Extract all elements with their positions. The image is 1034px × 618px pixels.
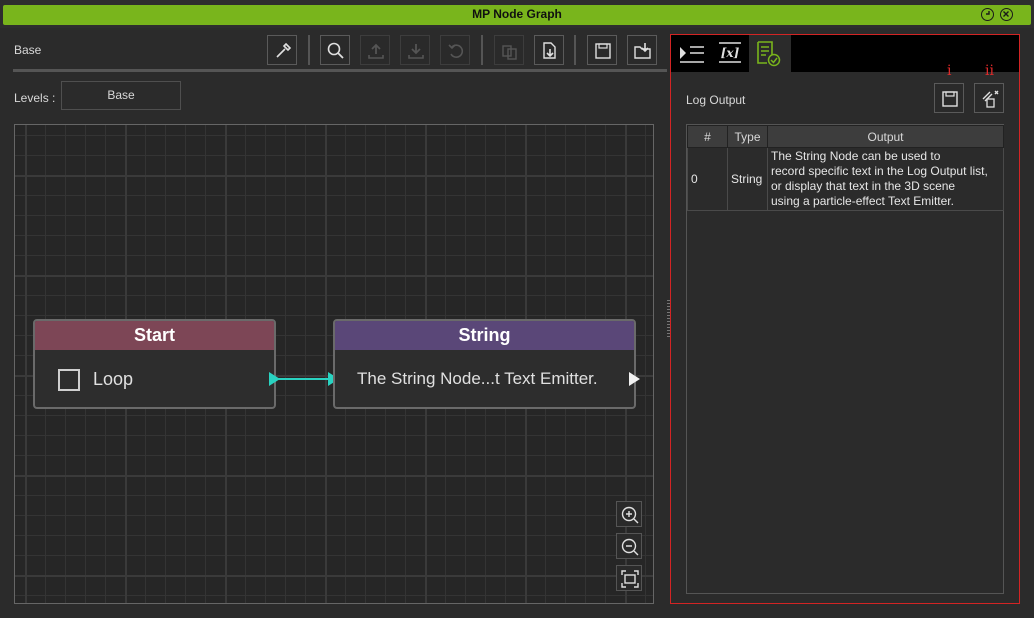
upload-button[interactable] [360,35,390,65]
row-output: The String Node can be used to record sp… [767,147,1004,211]
log-output-label: Log Output [686,93,746,107]
log-table-container[interactable]: # Type Output 0 String The String Node c… [686,124,1004,594]
fit-view-icon [621,570,639,588]
refresh-icon[interactable] [981,8,994,21]
levels-selector[interactable]: Base [61,81,181,110]
open-folder-button[interactable] [627,35,657,65]
save-log-button[interactable] [934,83,964,113]
undo-button[interactable] [440,35,470,65]
eyedropper-icon [276,42,292,58]
toolbar-separator [574,35,576,65]
zoom-out-button[interactable] [616,533,642,559]
start-node-body: Loop [35,350,274,407]
clear-marker: ii [985,63,994,79]
toolbar-separator [308,35,310,65]
search-button[interactable] [320,35,350,65]
variables-tab[interactable]: [x] [711,35,749,72]
loop-label: Loop [93,369,134,389]
node-graph-panel: Base Levels : Base Start Loop String The… [0,28,670,618]
zoom-in-button[interactable] [616,501,642,527]
string-node[interactable]: String The String Node...t Text Emitter. [333,319,636,409]
row-type: String [727,147,768,211]
toolbar-divider [13,69,667,72]
save-icon [595,43,611,59]
column-header-output[interactable]: Output [767,125,1004,148]
close-icon[interactable] [1000,8,1013,21]
export-button[interactable] [534,35,564,65]
log-table: # Type Output 0 String The String Node c… [687,125,1004,211]
levels-label: Levels : [14,91,56,105]
window-title: MP Node Graph [472,7,562,21]
start-node[interactable]: Start Loop [33,319,276,409]
upload-icon [368,43,384,59]
undo-icon [448,44,464,58]
panel-tabbar: [x] [671,35,1019,72]
connection-wire [277,378,333,380]
console-tab[interactable] [673,35,711,72]
fit-view-button[interactable] [616,565,642,591]
eyedropper-button[interactable] [267,35,297,65]
start-node-title: Start [35,321,274,350]
zoom-out-icon [621,538,639,556]
column-header-type[interactable]: Type [727,125,768,148]
copy-icon [502,45,517,60]
save-icon [942,91,958,107]
title-bar: MP Node Graph [0,0,1034,28]
breadcrumb[interactable]: Base [14,43,41,57]
log-output-panel: [x] Log Output i ii # Type Output 0 Stri… [670,34,1020,604]
string-output-port[interactable] [629,372,640,386]
log-table-header: # Type Output [687,125,1004,148]
search-icon [327,42,344,59]
string-node-body: The String Node...t Text Emitter. [335,350,634,407]
column-header-index[interactable]: # [687,125,728,148]
open-folder-icon [634,43,651,59]
save-marker: i [947,63,952,79]
string-node-title: String [335,321,634,350]
toolbar-separator [481,35,483,65]
console-icon [680,46,704,63]
copy-button[interactable] [494,35,524,65]
table-row[interactable]: 0 String The String Node can be used to … [687,147,1004,211]
string-node-value: The String Node...t Text Emitter. [357,369,598,388]
variables-icon: [x] [719,42,741,63]
clear-brush-icon [982,90,999,108]
log-output-tab[interactable] [749,35,791,72]
svg-text:[x]: [x] [721,46,740,60]
download-icon [408,44,424,59]
graph-canvas[interactable]: Start Loop String The String Node...t Te… [14,124,654,604]
save-button[interactable] [587,35,617,65]
loop-checkbox[interactable] [58,369,80,391]
export-icon [543,42,556,59]
clear-log-button[interactable] [974,83,1004,113]
download-button[interactable] [400,35,430,65]
zoom-in-icon [621,506,639,524]
row-index: 0 [687,147,728,211]
log-check-icon [757,41,781,67]
